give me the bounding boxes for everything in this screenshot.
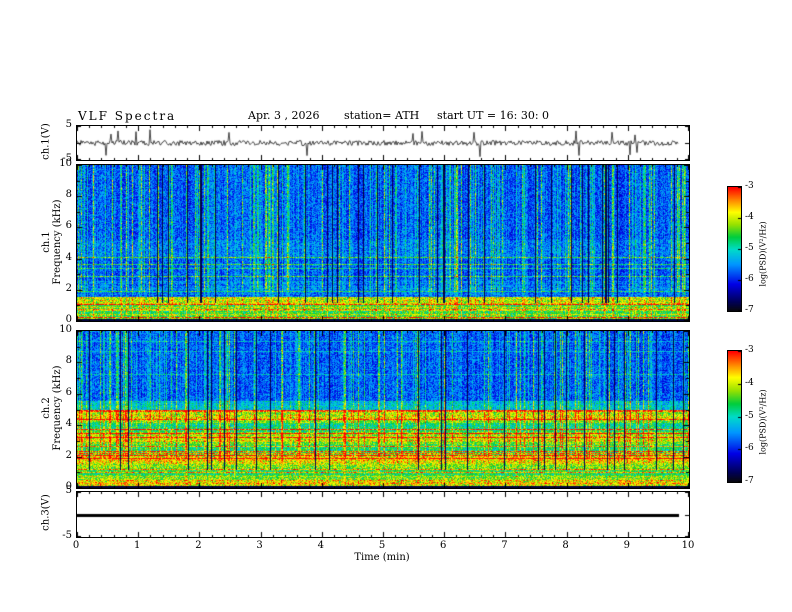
x-tick-label: 6 — [440, 540, 447, 551]
colorbar-ch2-tick-label: -6 — [745, 443, 754, 454]
ch1-spectrogram-panel — [76, 164, 690, 322]
x-tick-label: 7 — [501, 540, 508, 551]
colorbar-ch1-tick-label: -4 — [745, 212, 754, 222]
ch1-waveform-panel — [76, 125, 690, 161]
spec1-y-tick-label: 10 — [59, 158, 72, 169]
spec1-y-tick-label: 4 — [65, 251, 72, 263]
spec2-y-tick-label: 6 — [65, 386, 72, 398]
x-tick-label: 9 — [623, 540, 630, 551]
colorbar-ch2-tick-label: -5 — [745, 410, 754, 421]
ch3-waveform-canvas — [77, 492, 689, 537]
colorbar-ch1 — [727, 186, 742, 312]
ch3-waveform-panel — [76, 491, 690, 538]
wave1-y-tick-label: 5 — [65, 119, 72, 130]
colorbar-ch1-tick-label: -5 — [745, 243, 754, 253]
spec2-y-tick-label: 10 — [59, 324, 72, 335]
x-tick-label: 10 — [681, 540, 695, 551]
x-tick-label: 4 — [317, 540, 324, 551]
x-tick-label: 2 — [195, 540, 202, 551]
spec1-y-tick-label: 6 — [65, 220, 72, 232]
vlf-spectra-figure: VLF Spectra Apr. 3 , 2026 station= ATH s… — [0, 0, 792, 612]
station-label: station= ATH — [344, 109, 420, 122]
x-tick-label: 3 — [256, 540, 263, 551]
spec1-y-tick-label: 8 — [65, 189, 72, 201]
colorbar-ch2-tick-label: -7 — [745, 476, 754, 486]
ch1-waveform-canvas — [77, 126, 689, 160]
ch2-spectrogram-canvas — [77, 331, 689, 488]
ch3-voltage-axis-label: ch.3(V) — [41, 463, 52, 563]
ch3-voltage-axis-text: ch.3(V) — [40, 494, 52, 531]
page-title: VLF Spectra — [78, 109, 177, 123]
ch2-spectrogram-panel — [76, 330, 690, 489]
spec1-y-tick-label: 2 — [65, 282, 72, 294]
colorbar-ch1-tick-label: -7 — [745, 305, 754, 315]
date-label: Apr. 3 , 2026 — [248, 109, 320, 122]
colorbar-ch2-tick-label: -3 — [745, 345, 754, 355]
colorbar-ch2-tick-label: -4 — [745, 377, 754, 388]
spec2-y-tick-label: 4 — [65, 418, 72, 430]
x-tick-label: 8 — [562, 540, 569, 551]
colorbar-ch1-tick-label: -3 — [745, 181, 754, 191]
start-ut-label: start UT = 16: 30: 0 — [437, 109, 550, 122]
colorbar-ch2 — [727, 350, 742, 483]
ch1-spectrogram-canvas — [77, 165, 689, 321]
x-tick-label: 1 — [134, 540, 141, 551]
colorbar-ch1-tick-label: -6 — [745, 274, 754, 284]
spec2-y-tick-label: 8 — [65, 355, 72, 367]
spec2-y-tick-label: 2 — [65, 449, 72, 461]
x-tick-label: 5 — [378, 540, 386, 551]
colorbar-ch2-canvas — [728, 351, 741, 482]
time-axis-label: Time (min) — [354, 552, 410, 563]
colorbar-ch1-canvas — [728, 187, 741, 311]
wave3-y-tick-label: -5 — [62, 530, 72, 541]
spec2-y-tick-label: 0 — [65, 481, 72, 492]
